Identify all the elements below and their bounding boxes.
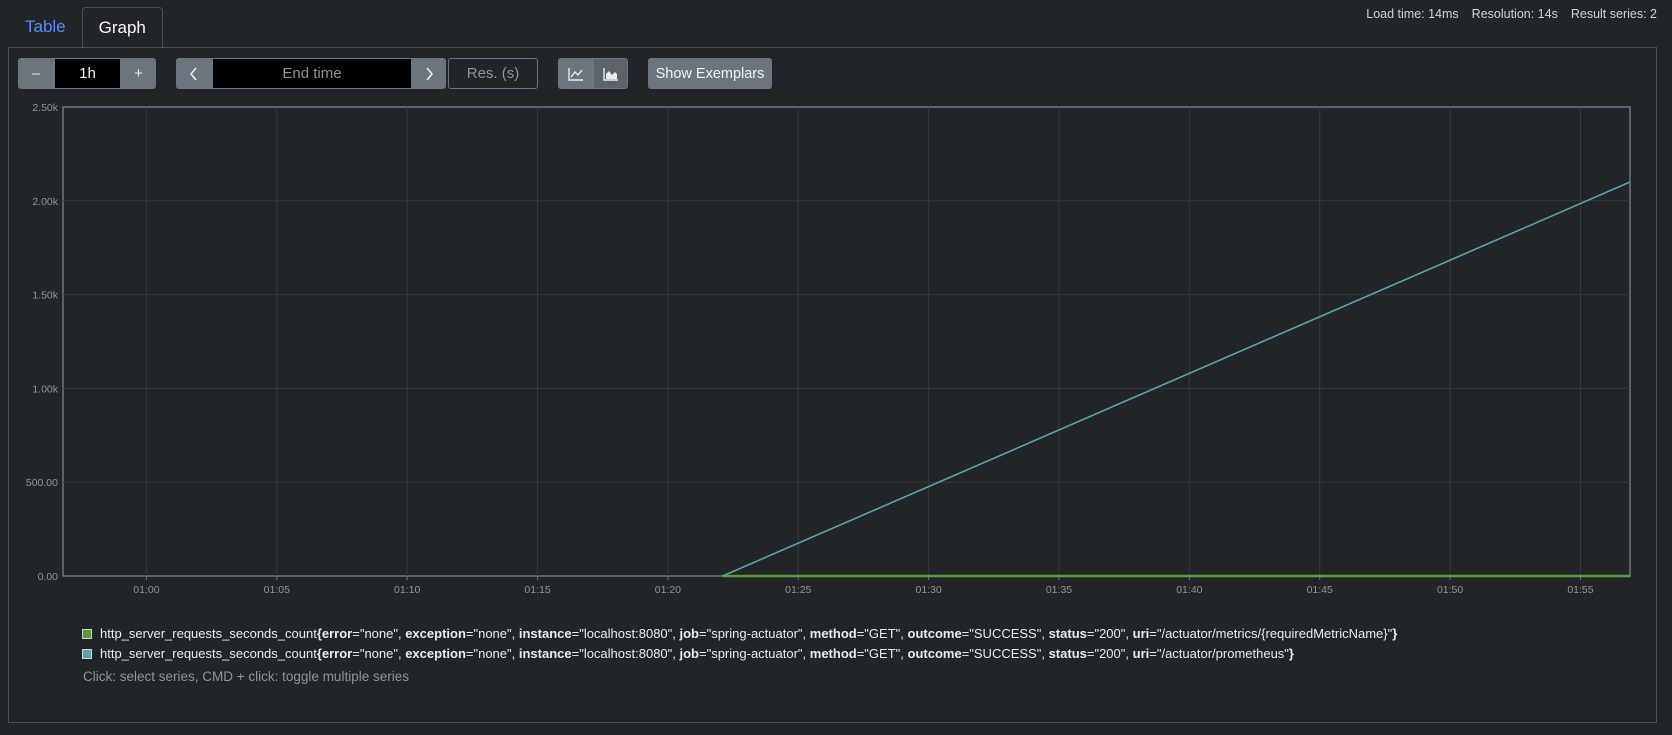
label-value: ="/actuator/metrics/{requiredMetricName}…: [1149, 626, 1393, 641]
label-value: ="none",: [352, 626, 406, 641]
label-key: instance: [518, 626, 572, 641]
legend-item[interactable]: http_server_requests_seconds_count{error…: [82, 644, 1397, 664]
y-tick-label: 1.50k: [32, 290, 58, 302]
y-tick-label: 500.00: [26, 477, 58, 489]
label-value: ="SUCCESS",: [961, 646, 1049, 661]
y-tick-label: 2.50k: [32, 102, 58, 114]
x-tick-label: 01:35: [1046, 584, 1072, 596]
series-line-2: [722, 181, 1631, 577]
label-value: ="none",: [465, 626, 519, 641]
y-tick-label: 2.00k: [32, 196, 58, 208]
label-key: job: [679, 626, 700, 641]
label-value: ="spring-actuator",: [699, 646, 810, 661]
label-key: method: [809, 626, 857, 641]
label-value: ="/actuator/prometheus": [1149, 646, 1289, 661]
x-tick-label: 01:00: [133, 584, 159, 596]
label-key: exception: [405, 646, 466, 661]
x-tick-label: 01:40: [1176, 584, 1202, 596]
label-key: outcome: [907, 646, 962, 661]
label-value: ="localhost:8080",: [571, 646, 680, 661]
label-key: error: [321, 646, 353, 661]
legend-hint: Click: select series, CMD + click: toggl…: [83, 669, 409, 684]
label-key: uri: [1132, 646, 1150, 661]
label-key: instance: [518, 646, 572, 661]
metric-name: http_server_requests_seconds_count: [100, 646, 317, 661]
label-key: status: [1048, 626, 1087, 641]
label-key: job: [679, 646, 700, 661]
legend-item[interactable]: http_server_requests_seconds_count{error…: [82, 624, 1397, 644]
label-value: ="none",: [465, 646, 519, 661]
metric-name: http_server_requests_seconds_count: [100, 626, 317, 641]
x-tick-label: 01:25: [785, 584, 811, 596]
x-tick-label: 01:50: [1437, 584, 1463, 596]
y-tick-label: 0.00: [38, 571, 59, 583]
label-key: uri: [1132, 626, 1150, 641]
label-key: status: [1048, 646, 1087, 661]
label-key: exception: [405, 626, 466, 641]
series-color-swatch: [82, 629, 92, 639]
label-value: ="GET",: [856, 646, 908, 661]
x-tick-label: 01:10: [394, 584, 420, 596]
x-tick-label: 01:45: [1307, 584, 1333, 596]
x-tick-label: 01:55: [1567, 584, 1593, 596]
label-key: outcome: [907, 626, 962, 641]
label-value: ="SUCCESS",: [961, 626, 1049, 641]
x-tick-label: 01:20: [655, 584, 681, 596]
plot-frame: [62, 106, 1631, 577]
label-value: ="none",: [352, 646, 406, 661]
label-value: ="GET",: [856, 626, 908, 641]
label-key: error: [321, 626, 353, 641]
label-value: ="localhost:8080",: [571, 626, 680, 641]
label-key: method: [809, 646, 857, 661]
time-series-chart[interactable]: 0.00 500.00 1.00k 1.50k 2.00k 2.50k 01:00 01:05…: [0, 0, 1672, 610]
label-value: ="200",: [1086, 626, 1133, 641]
y-tick-label: 1.00k: [32, 383, 58, 395]
series-legend: http_server_requests_seconds_count{error…: [82, 624, 1397, 664]
label-value: ="200",: [1086, 646, 1133, 661]
x-tick-label: 01:05: [264, 584, 290, 596]
x-tick-label: 01:30: [915, 584, 941, 596]
label-value: ="spring-actuator",: [699, 626, 810, 641]
series-color-swatch: [82, 649, 92, 659]
x-tick-label: 01:15: [524, 584, 550, 596]
